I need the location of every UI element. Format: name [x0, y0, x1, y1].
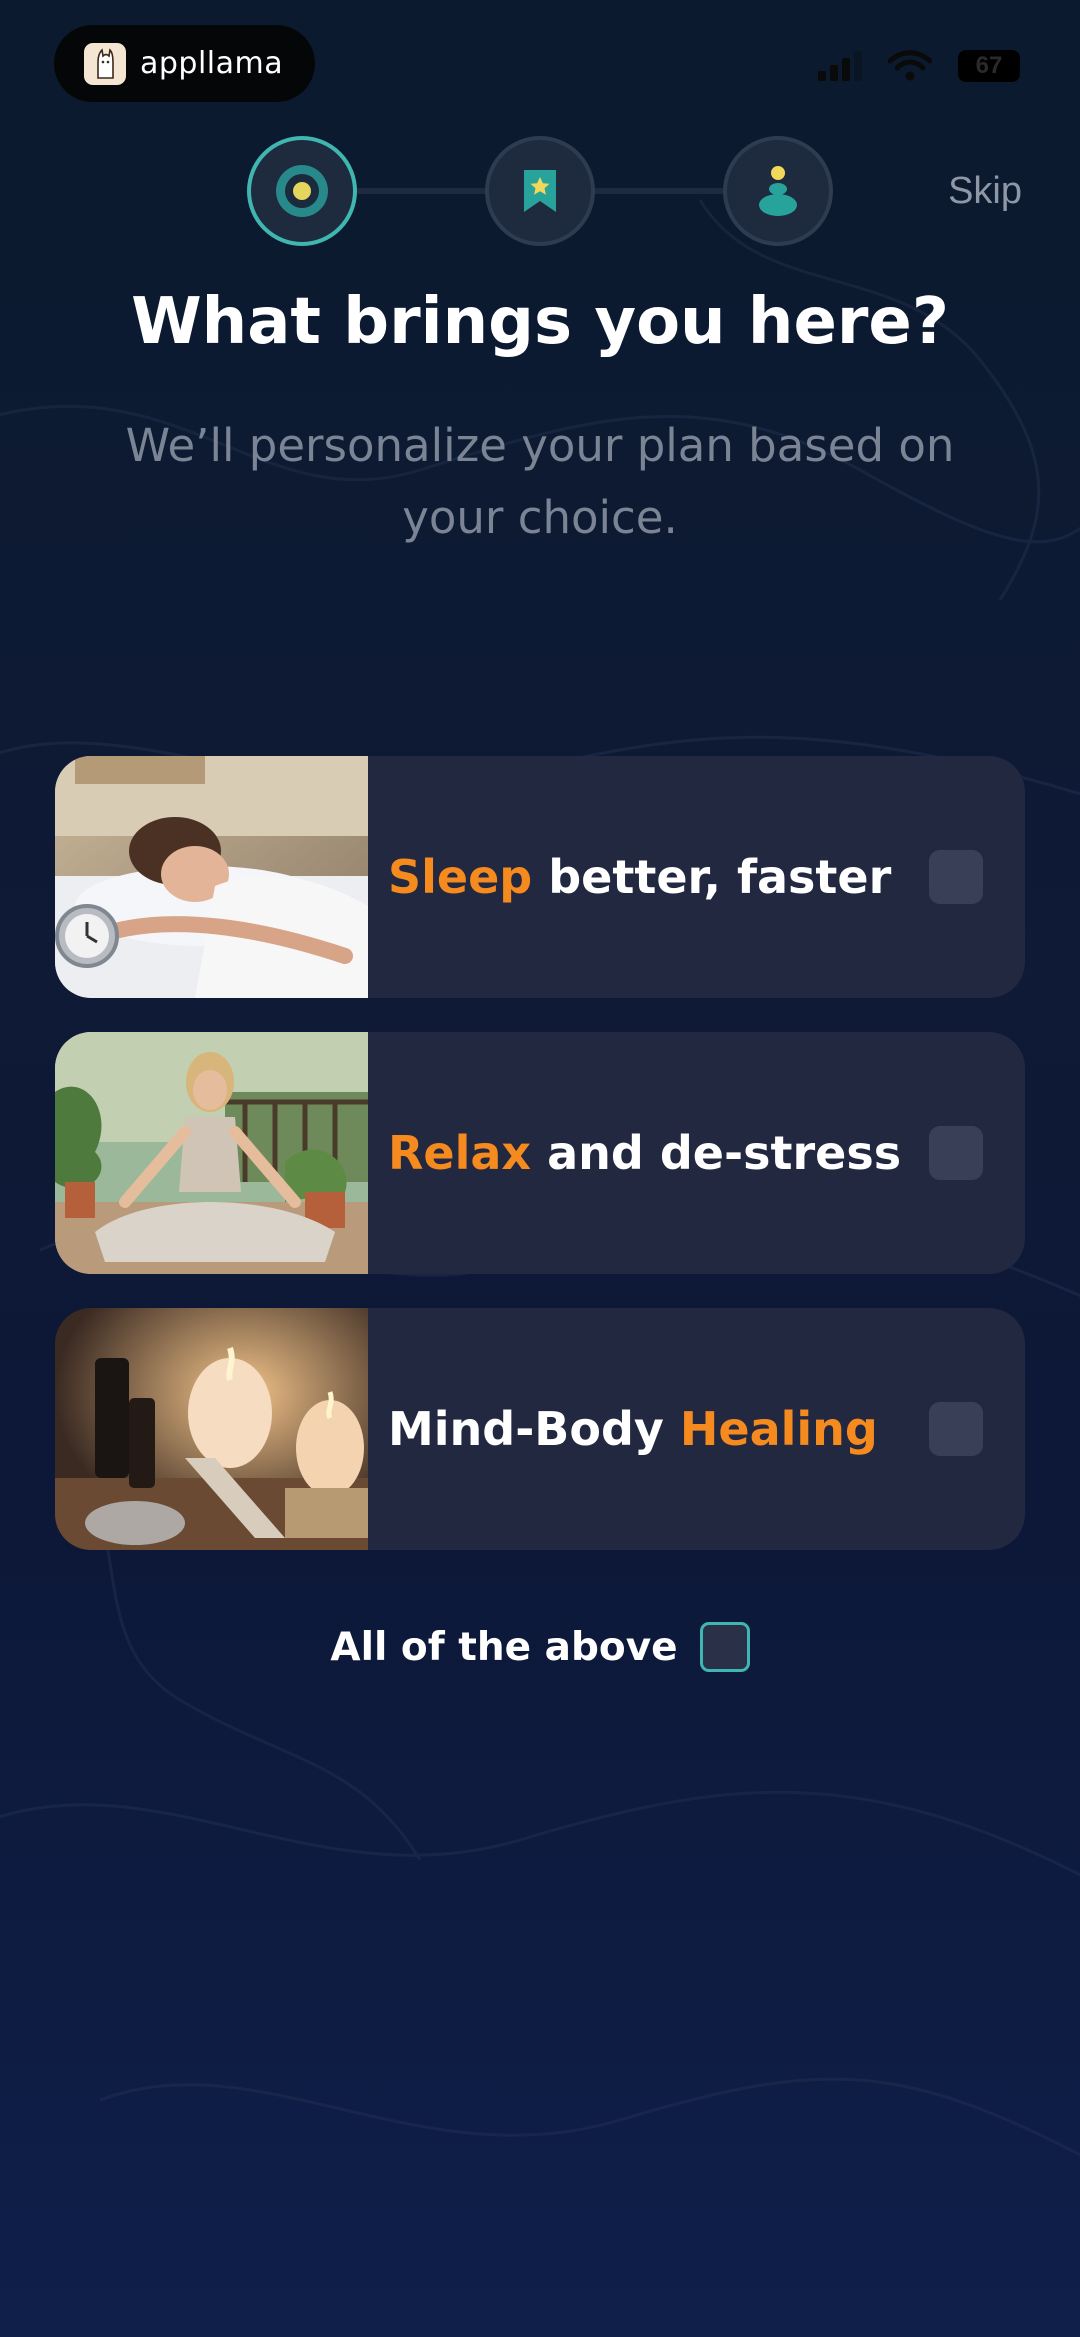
stepper-connector — [355, 188, 487, 194]
cellular-signal-icon — [818, 51, 862, 81]
step-1-indicator — [247, 136, 357, 246]
option-accent-word: Healing — [679, 1402, 878, 1456]
option-label: Relax and de-stress — [388, 1032, 901, 1274]
bookmark-star-icon — [524, 170, 556, 212]
option-healing-checkbox[interactable] — [929, 1402, 983, 1456]
page-subtitle: We’ll personalize your plan based on you… — [125, 419, 955, 544]
all-of-above-label: All of the above — [330, 1624, 678, 1670]
healing-photo — [55, 1308, 368, 1550]
option-label: Mind-Body Healing — [388, 1308, 878, 1550]
stepper-connector — [593, 188, 725, 194]
option-text: better, faster — [532, 850, 892, 904]
step-2-indicator — [485, 136, 595, 246]
option-text: and de-stress — [531, 1126, 902, 1180]
option-text: Mind-Body — [388, 1402, 680, 1456]
option-healing-card[interactable]: Mind-Body Healing — [55, 1308, 1025, 1550]
option-relax-card[interactable]: Relax and de-stress — [55, 1032, 1025, 1274]
status-icons: 67 — [818, 50, 1020, 82]
battery-indicator: 67 — [958, 50, 1020, 82]
all-of-above-row[interactable]: All of the above — [0, 1622, 1080, 1672]
page-title: What brings you here? — [131, 285, 949, 359]
brand-name: appllama — [140, 46, 284, 81]
option-accent-word: Sleep — [388, 850, 533, 904]
step-3-indicator — [723, 136, 833, 246]
option-accent-word: Relax — [388, 1126, 532, 1180]
relax-photo — [55, 1032, 368, 1274]
wifi-icon — [888, 50, 932, 81]
option-sleep-checkbox[interactable] — [929, 850, 983, 904]
option-sleep-card[interactable]: Sleep better, faster — [55, 756, 1025, 998]
option-label: Sleep better, faster — [388, 756, 891, 998]
option-relax-checkbox[interactable] — [929, 1126, 983, 1180]
brand-badge: appllama — [54, 25, 315, 102]
sleep-photo — [55, 756, 368, 998]
meditation-icon — [759, 166, 797, 216]
all-of-above-checkbox[interactable] — [699, 1622, 750, 1672]
llama-logo-icon — [84, 42, 126, 85]
target-icon — [276, 165, 328, 217]
skip-button[interactable]: Skip — [948, 170, 1022, 213]
battery-level: 67 — [975, 52, 1003, 79]
